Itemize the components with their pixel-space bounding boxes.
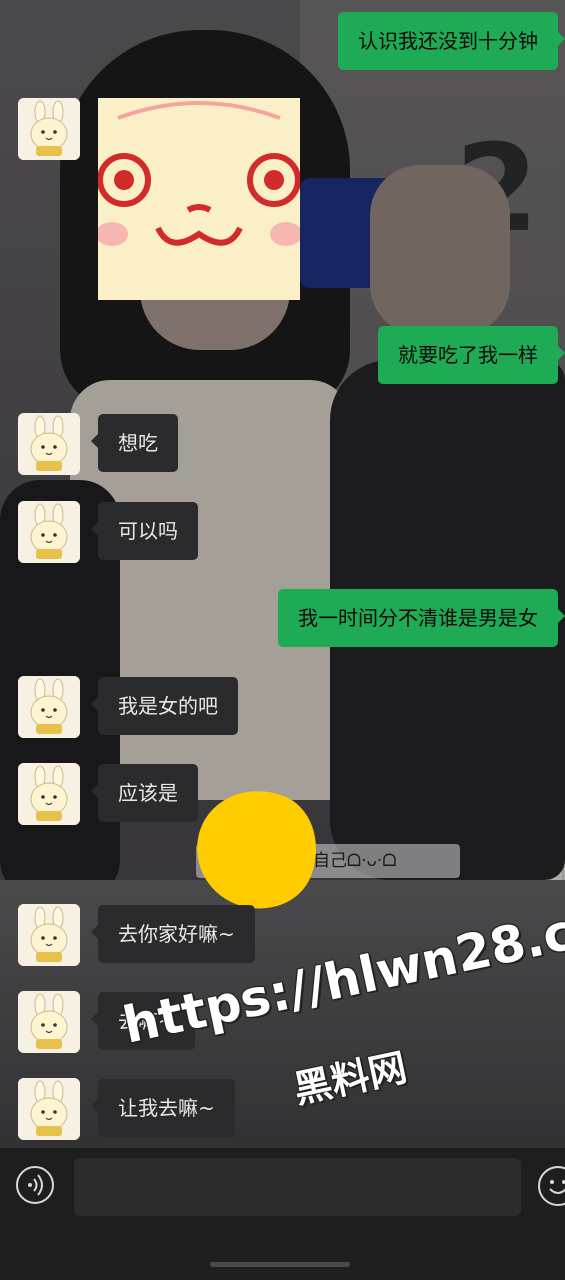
redaction-blob <box>180 773 334 925</box>
voice-icon <box>28 1174 43 1196</box>
rabbit-avatar-icon <box>18 98 80 160</box>
cute-face-sticker[interactable] <box>98 98 300 300</box>
avatar[interactable] <box>18 98 80 160</box>
voice-button[interactable] <box>16 1166 54 1204</box>
sticker-face-icon <box>98 98 300 300</box>
message-bubble-incoming[interactable]: 可以吗 <box>91 502 198 560</box>
message-bubble-incoming[interactable]: 应该是 <box>91 764 198 822</box>
rabbit-avatar-icon <box>18 501 80 563</box>
watermark-label: 黑料网 <box>289 1045 411 1112</box>
home-indicator <box>210 1262 350 1267</box>
rabbit-avatar-icon <box>18 676 80 738</box>
message-bubble-incoming[interactable]: 我是女的吧 <box>91 677 238 735</box>
avatar[interactable] <box>18 904 80 966</box>
avatar[interactable] <box>18 413 80 475</box>
message-bubble-incoming[interactable]: 让我去嘛~ <box>91 1079 235 1137</box>
emoji-icon <box>549 1180 565 1194</box>
emoji-button[interactable] <box>538 1166 565 1206</box>
avatar[interactable] <box>18 501 80 563</box>
avatar[interactable] <box>18 763 80 825</box>
message-input[interactable] <box>74 1158 521 1216</box>
rabbit-avatar-icon <box>18 413 80 475</box>
rabbit-avatar-icon <box>18 763 80 825</box>
avatar[interactable] <box>18 1078 80 1140</box>
message-bubble-outgoing[interactable]: 我一时间分不清谁是男是女 <box>278 589 565 647</box>
rabbit-avatar-icon <box>18 904 80 966</box>
message-bubble-outgoing[interactable]: 认识我还没到十分钟 <box>338 12 565 70</box>
rabbit-avatar-icon <box>18 991 80 1053</box>
message-bubble-incoming[interactable]: 想吃 <box>91 414 178 472</box>
avatar[interactable] <box>18 991 80 1053</box>
chat-area[interactable]: 认识我还没到十分钟 就要吃了我一样 想吃 可以吗 我一时间分不清谁是男是女 我是… <box>0 0 565 1148</box>
avatar[interactable] <box>18 676 80 738</box>
message-bubble-outgoing[interactable]: 就要吃了我一样 <box>378 326 565 384</box>
rabbit-avatar-icon <box>18 1078 80 1140</box>
message-bubble-incoming[interactable]: 去你家好嘛~ <box>91 905 255 963</box>
